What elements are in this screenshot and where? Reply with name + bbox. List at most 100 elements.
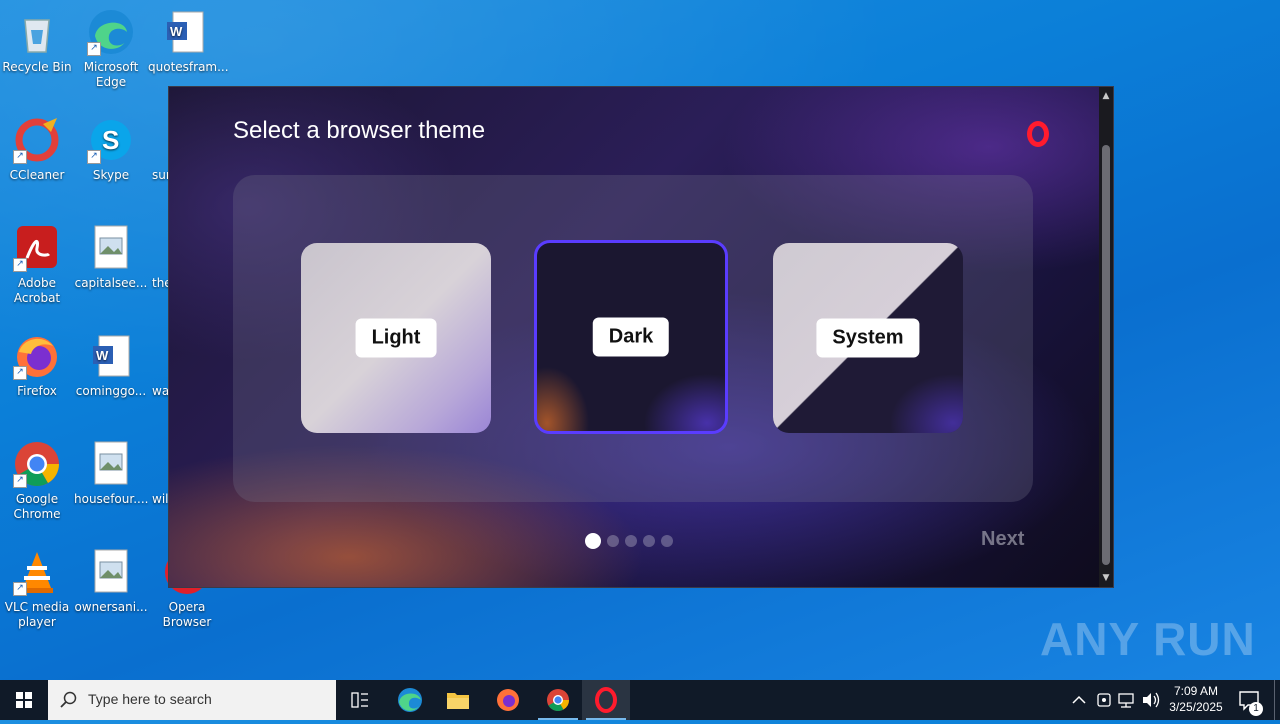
file-icon [148, 440, 168, 488]
theme-card-light[interactable]: Light [301, 243, 491, 433]
theme-card-dark[interactable]: Dark [534, 240, 728, 434]
desktop-icon-capitalsee[interactable]: capitalsee... [74, 224, 148, 291]
desktop-icon-label: Opera Browser [162, 600, 212, 629]
desktop-icon-adobe-acrobat[interactable]: ↗ Adobe Acrobat [0, 224, 74, 306]
scrollbar-thumb[interactable] [1102, 145, 1110, 565]
taskbar-file-explorer[interactable] [434, 680, 482, 720]
word-doc-icon: W [161, 8, 209, 56]
theme-label-dark: Dark [592, 317, 670, 357]
chrome-icon [547, 689, 569, 711]
desktop-icon-label: Recycle Bin [2, 60, 72, 74]
desktop-icon-label: capitalsee... [74, 276, 148, 290]
tray-device-icon-button[interactable] [1094, 680, 1114, 720]
desktop-icon-label: sur [152, 168, 168, 182]
desktop-icon-label: wa [152, 384, 168, 398]
image-file-icon [87, 224, 135, 272]
page-dot-3[interactable] [625, 535, 637, 547]
ccleaner-icon: ↗ [13, 116, 61, 164]
chevron-up-icon [1072, 695, 1086, 704]
taskbar-clock[interactable]: 7:09 AM 3/25/2025 [1164, 680, 1228, 720]
start-button[interactable] [0, 680, 48, 720]
network-icon [1118, 693, 1134, 708]
shortcut-arrow-icon: ↗ [13, 474, 27, 488]
desktop-icon-cominggo[interactable]: W cominggo... [74, 332, 148, 399]
volume-icon [1143, 692, 1160, 708]
scroll-down-icon[interactable]: ▼ [1099, 571, 1113, 585]
page-dot-2[interactable] [607, 535, 619, 547]
desktop-icon-vlc[interactable]: ↗ VLC media player [0, 548, 74, 630]
desktop-icon-label: housefour.... [74, 492, 149, 506]
recycle-bin-icon [13, 8, 61, 56]
scroll-up-icon[interactable]: ▲ [1099, 89, 1113, 103]
shortcut-arrow-icon: ↗ [87, 150, 101, 164]
tray-network-button[interactable] [1116, 680, 1138, 720]
windows-logo-icon [16, 692, 32, 708]
pagination-dots [585, 533, 673, 549]
desktop-icon-label: wil [152, 492, 168, 506]
taskbar-firefox[interactable] [484, 680, 532, 720]
desktop-icon-google-chrome[interactable]: ↗ Google Chrome [0, 440, 74, 522]
svg-text:S: S [102, 125, 119, 155]
installer-title: Select a browser theme [233, 117, 486, 144]
desktop-icon-the[interactable]: the [148, 224, 168, 291]
svg-text:W: W [170, 24, 183, 39]
taskbar-search-box[interactable]: Type here to search [48, 680, 336, 720]
file-icon [148, 116, 168, 164]
window-scrollbar[interactable]: ▲ ▼ [1099, 87, 1113, 587]
clock-date: 3/25/2025 [1169, 700, 1223, 714]
page-dot-1[interactable] [585, 533, 601, 549]
desktop-icon-label: Skype [92, 168, 130, 182]
search-icon [60, 691, 77, 708]
theme-card-system[interactable]: System [773, 243, 963, 433]
theme-options-panel: Light Dark System [233, 175, 1033, 502]
taskbar: Type here to search 7:09 AM 3/25/2025 1 [0, 680, 1280, 720]
desktop-icon-ccleaner[interactable]: ↗ CCleaner [0, 116, 74, 183]
desktop-icon-label: CCleaner [9, 168, 65, 182]
next-button[interactable]: Next [981, 528, 1024, 551]
tray-overflow-button[interactable] [1068, 680, 1090, 720]
desktop-icon-recycle-bin[interactable]: Recycle Bin [0, 8, 74, 75]
svg-text:W: W [96, 348, 109, 363]
taskbar-opera[interactable] [582, 680, 630, 720]
desktop-icon-wa[interactable]: wa [148, 332, 168, 399]
shortcut-arrow-icon: ↗ [13, 366, 27, 380]
acrobat-icon: ↗ [13, 224, 61, 272]
desktop-icon-ownersani[interactable]: ownersani... [74, 548, 148, 615]
image-file-icon [87, 440, 135, 488]
clock-time: 7:09 AM [1173, 684, 1219, 698]
desktop-icon-housefour[interactable]: housefour.... [74, 440, 148, 507]
taskbar-chrome[interactable] [534, 680, 582, 720]
desktop-icon-label: the [152, 276, 168, 290]
notification-badge: 1 [1249, 702, 1263, 716]
edge-icon [398, 688, 422, 712]
desktop-icon-label: Firefox [17, 384, 57, 398]
desktop-icon-sur[interactable]: sur [148, 116, 168, 183]
opera-installer-window: Select a browser theme Light Dark System… [168, 86, 1114, 588]
image-file-icon [87, 548, 135, 596]
shortcut-arrow-icon: ↗ [13, 258, 27, 272]
desktop-icon-wil[interactable]: wil [148, 440, 168, 507]
opera-logo-icon [1027, 121, 1049, 147]
show-desktop-button[interactable] [1274, 680, 1275, 720]
desktop-icon-label: quotesfram... [148, 60, 229, 74]
shortcut-arrow-icon: ↗ [13, 150, 27, 164]
task-view-button[interactable] [336, 680, 384, 720]
desktop-icon-label: Adobe Acrobat [13, 276, 61, 305]
file-icon [148, 224, 168, 272]
file-icon [148, 332, 168, 380]
desktop-icon-quotesfram[interactable]: W quotesfram... [148, 8, 229, 75]
page-dot-4[interactable] [643, 535, 655, 547]
desktop-icon-label: cominggo... [75, 384, 147, 398]
task-view-icon [351, 692, 368, 708]
tray-volume-button[interactable] [1140, 680, 1162, 720]
skype-icon: S ↗ [87, 116, 135, 164]
page-dot-5[interactable] [661, 535, 673, 547]
desktop-icon-label: Google Chrome [13, 492, 61, 521]
taskbar-edge[interactable] [386, 680, 434, 720]
desktop-icon-skype[interactable]: S ↗ Skype [74, 116, 148, 183]
vlc-icon: ↗ [13, 548, 61, 596]
notification-center-button[interactable]: 1 [1234, 680, 1264, 720]
desktop-icon-edge[interactable]: ↗ Microsoft Edge [74, 8, 148, 90]
theme-label-system: System [816, 318, 920, 358]
desktop-icon-firefox[interactable]: ↗ Firefox [0, 332, 74, 399]
